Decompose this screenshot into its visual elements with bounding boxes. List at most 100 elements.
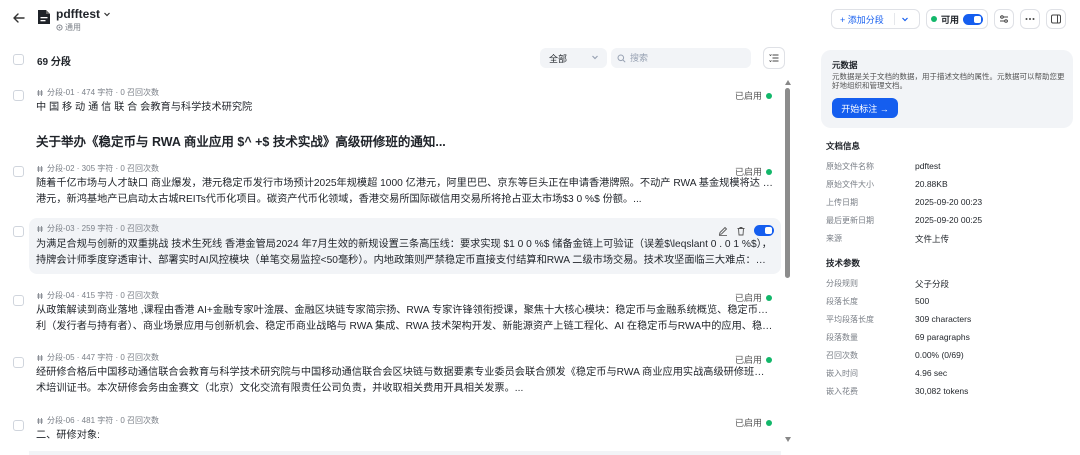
metadata-card: 元数据 元数据是关于文档的数据，用于描述文档的属性。元数据可以帮助您更好地组织和… (821, 50, 1073, 128)
list-icon (769, 54, 779, 63)
metadata-description: 元数据是关于文档的数据，用于描述文档的属性。元数据可以帮助您更好地组织和管理文档… (832, 72, 1065, 90)
segment-list: 分段-01 · 474 字符 · 0 召回次数 已启用 中 国 移 动 通 信 … (0, 80, 790, 455)
toggle-panel-button[interactable] (1046, 9, 1066, 29)
segment-checkbox[interactable] (13, 357, 24, 368)
chevron-down-icon[interactable] (901, 15, 909, 23)
hash-icon (37, 89, 43, 96)
param-key: 嵌入花费 (826, 387, 858, 396)
info-value: 文件上传 (915, 234, 950, 244)
segment-meta-text: 分段-01 · 474 字符 · 0 召回次数 (47, 88, 160, 97)
segment-meta-text: 分段-02 · 305 字符 · 0 召回次数 (47, 164, 160, 173)
segment-meta-text: 分段-04 · 415 字符 · 0 召回次数 (47, 291, 160, 300)
segment-meta: 分段-03 · 259 字符 · 0 召回次数 (36, 223, 159, 234)
document-mode-label: 通用 (65, 23, 81, 32)
settings-icon (56, 24, 63, 31)
segment-line: 港元，新鸿基地产已启动太古城REITs代币化项目。碳资产代币化领域，香港交易所国… (36, 194, 642, 205)
segment-checkbox[interactable] (13, 420, 24, 431)
scroll-up-arrow[interactable] (785, 80, 791, 85)
sliders-icon (1000, 15, 1008, 23)
status-filter-select[interactable]: 全部 (540, 48, 607, 68)
top-bar: pdfftest 通用 + 添加分段 可用 (0, 0, 1080, 38)
document-title-text: pdfftest (56, 7, 100, 21)
info-value: 20.88KB (915, 179, 948, 189)
availability-switch[interactable] (963, 13, 984, 25)
segment-checkbox[interactable] (13, 295, 24, 306)
segment-content: 从政策解读到商业落地 ,课程由香港 AI+金融专家叶淦展、金融区块链专家简宗扬、… (36, 303, 774, 335)
search-box[interactable] (611, 48, 751, 68)
segment-meta: 分段-04 · 415 字符 · 0 召回次数 (36, 290, 159, 301)
segment-meta: 分段-05 · 447 字符 · 0 召回次数 (36, 352, 159, 363)
chevron-down-icon (592, 55, 598, 60)
param-key: 平均段落长度 (826, 315, 874, 324)
segment-checkbox[interactable] (13, 166, 24, 177)
more-button[interactable] (1020, 9, 1040, 29)
hash-icon (37, 225, 43, 232)
segment-line: 持牌会计师季度穿透审计、部署实时AI风控模块（单笔交易监控<50毫秒）。内地政策… (36, 255, 774, 266)
trash-icon[interactable] (736, 226, 746, 236)
select-all-checkbox[interactable] (13, 54, 24, 65)
segment-line: 从政策解读到商业落地 ,课程由香港 AI+金融专家叶淦展、金融区块链专家简宗扬、… (36, 305, 774, 316)
segment-checkbox[interactable] (13, 226, 24, 237)
document-title[interactable]: pdfftest (56, 7, 111, 21)
segment-item[interactable]: 分段-03 · 259 字符 · 0 召回次数 为满足合规与创新的双重挑战 技术… (0, 218, 781, 275)
search-input[interactable] (630, 53, 740, 63)
segment-item[interactable]: 分段-02 · 305 字符 · 0 召回次数 已启用 随着千亿市场与人才缺口 … (0, 160, 780, 212)
segment-enable-switch[interactable] (754, 225, 774, 236)
back-arrow-icon[interactable] (12, 11, 26, 25)
add-segment-label: + 添加分段 (840, 14, 884, 25)
status-dot (766, 294, 772, 301)
document-icon (38, 10, 50, 24)
status-dot (766, 92, 772, 99)
segment-toolbar: 69 分段 全部 (0, 46, 790, 74)
segment-meta-text: 分段-06 · 481 字符 · 0 召回次数 (47, 416, 160, 425)
segment-line: 为满足合规与创新的双重挑战 技术生死线 香港金管局2024 年7月生效的新规设置… (36, 239, 772, 250)
param-key: 段落数量 (826, 333, 858, 342)
settings-button[interactable] (994, 9, 1014, 29)
segment-item[interactable]: 分段-05 · 447 字符 · 0 召回次数 已启用 经研修合格后中国移动通信… (0, 351, 780, 403)
info-key: 原始文件大小 (826, 180, 874, 189)
param-key: 嵌入时间 (826, 369, 858, 378)
hash-icon (37, 354, 43, 361)
segment-content: 经研修合格后中国移动通信联合会教育与科学技术研究院与中国移动通信联合会区块链与数… (36, 365, 774, 397)
segment-line: 利（发行者与持有者）、商业场景应用与创新机会、稳定币商业战略与 RWA 集成、R… (36, 321, 774, 332)
segment-content: 随着千亿市场与人才缺口 商业爆发，港元稳定币发行市场预计2025年规模超 100… (36, 176, 774, 208)
info-key: 原始文件名称 (826, 162, 874, 171)
add-segment-button[interactable]: + 添加分段 (831, 9, 920, 29)
segment-line: 术培训证书。本次研修会务由金赛文（北京）文化交流有限责任公司负责，并收取相关费用… (36, 383, 524, 394)
param-value: 4.96 sec (915, 368, 948, 378)
availability-toggle[interactable]: 可用 (926, 9, 988, 29)
status-dot (766, 356, 772, 363)
edit-icon[interactable] (718, 226, 728, 236)
segment-meta-text: 分段-05 · 447 字符 · 0 召回次数 (47, 353, 160, 362)
segment-meta: 分段-06 · 481 字符 · 0 召回次数 (36, 415, 159, 426)
segment-list-footer (29, 451, 781, 455)
tech-params-title: 技术参数 (826, 258, 861, 268)
param-value: 父子分段 (915, 279, 950, 289)
param-key: 段落长度 (826, 297, 858, 306)
doc-info-title: 文档信息 (826, 141, 861, 151)
segment-content: 为满足合规与创新的双重挑战 技术生死线 香港金管局2024 年7月生效的新规设置… (36, 237, 774, 269)
scroll-thumb[interactable] (785, 88, 790, 278)
param-value: 69 paragraphs (915, 332, 970, 342)
status-filter-value: 全部 (549, 53, 568, 64)
hash-icon (37, 417, 43, 424)
collapse-segments-button[interactable] (763, 47, 785, 69)
info-key: 上传日期 (826, 198, 858, 207)
divider (893, 13, 895, 25)
segment-meta-text: 分段-03 · 259 字符 · 0 召回次数 (47, 224, 160, 233)
segment-item[interactable]: 分段-01 · 474 字符 · 0 召回次数 已启用 中 国 移 动 通 信 … (0, 84, 780, 152)
segment-actions (718, 225, 774, 236)
info-key: 最后更新日期 (826, 216, 874, 225)
param-value: 30,082 tokens (915, 386, 969, 396)
header-actions: + 添加分段 可用 (831, 9, 1066, 29)
start-annotation-button[interactable]: 开始标注 → (832, 98, 898, 118)
segment-item[interactable]: 分段-04 · 415 字符 · 0 召回次数 已启用 从政策解读到商业落地 ,… (0, 289, 780, 341)
info-value: 2025-09-20 00:25 (915, 215, 983, 225)
search-icon (617, 54, 626, 63)
segment-item[interactable]: 分段-06 · 481 字符 · 0 召回次数 已启用 二、研修对象: (0, 414, 780, 454)
segment-scrollbar[interactable] (784, 80, 792, 442)
info-key: 来源 (826, 234, 842, 243)
scroll-down-arrow[interactable] (785, 437, 791, 442)
hash-icon (37, 165, 43, 172)
segment-checkbox[interactable] (13, 90, 24, 101)
